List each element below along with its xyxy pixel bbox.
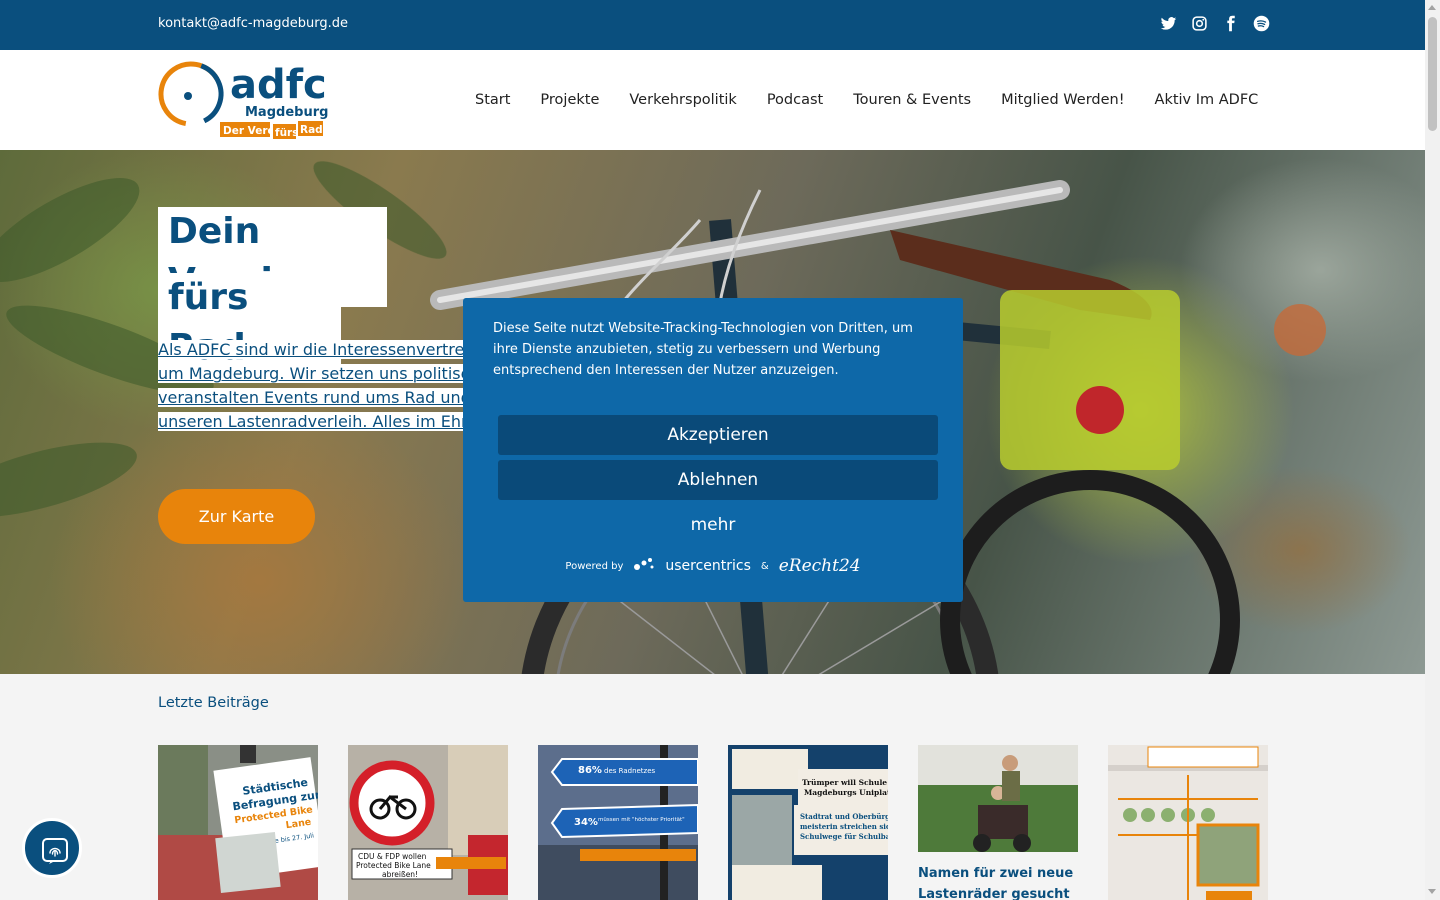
scroll-up-icon[interactable] <box>1428 5 1436 10</box>
accept-button[interactable]: Akzeptieren <box>498 415 938 455</box>
cookie-consent-dialog: Diese Seite nutzt Website-Tracking-Techn… <box>463 298 963 602</box>
svg-text:des Radnetzes: des Radnetzes <box>604 767 656 775</box>
svg-text:CDU & FDP wollen: CDU & FDP wollen <box>358 852 427 861</box>
svg-text:Stadtrat und Oberbürger-: Stadtrat und Oberbürger- <box>800 812 888 821</box>
svg-text:adfc: adfc <box>230 62 327 108</box>
adfc-logo[interactable]: adfc Magdeburg Der Verein fürs Rad! <box>158 60 338 140</box>
spotify-icon[interactable] <box>1253 15 1270 32</box>
post-thumbnail: 86% des Radnetzes 34% müssen mit "höchst… <box>538 745 698 900</box>
nav-aktiv-im-adfc[interactable]: Aktiv Im ADFC <box>1140 92 1274 108</box>
scrollbar-thumb[interactable] <box>1428 17 1437 131</box>
intro-line: veranstalten Events rund ums Rad und <box>158 388 471 407</box>
svg-text:34%: 34% <box>574 817 598 828</box>
social-links <box>1160 15 1270 32</box>
svg-text:Magdeburg: Magdeburg <box>245 105 328 120</box>
svg-text:meisterin streichen sichere: meisterin streichen sichere <box>800 822 888 831</box>
instagram-icon[interactable] <box>1191 15 1208 32</box>
post-thumbnail: Trümper will Schule au Magdeburgs Unipla… <box>728 745 888 900</box>
usercentrics-link[interactable]: usercentrics <box>665 558 751 574</box>
ampersand: & <box>760 560 769 572</box>
erecht24-link[interactable]: eRecht24 <box>779 556 861 576</box>
post-title[interactable]: Namen für zwei neue Lastenräder gesucht <box>918 863 1078 900</box>
contact-email-link[interactable]: kontakt@adfc-magdeburg.de <box>158 16 348 31</box>
post-thumbnail <box>918 745 1078 852</box>
page-scrollbar[interactable] <box>1425 0 1440 900</box>
svg-text:Magdeburgs Uniplatz: Magdeburgs Uniplatz <box>804 788 888 797</box>
svg-text:Rad!: Rad! <box>300 124 327 136</box>
hero-intro-text: Als ADFC sind wir die Interessenvertretu… <box>158 338 488 432</box>
latest-posts-title: Letzte Beiträge <box>158 695 269 711</box>
post-card[interactable]: Namen für zwei neue Lastenräder gesucht <box>918 745 1078 900</box>
nav-projekte[interactable]: Projekte <box>525 92 614 108</box>
nav-verkehrspolitik[interactable]: Verkehrspolitik <box>614 92 751 108</box>
post-card[interactable] <box>1108 745 1268 900</box>
facebook-icon[interactable] <box>1222 15 1239 32</box>
post-thumbnail: CDU & FDP wollen Protected Bike Lane abr… <box>348 745 508 900</box>
consent-powered-by: Powered by usercentrics & eRecht24 <box>463 556 963 576</box>
zur-karte-button[interactable]: Zur Karte <box>158 489 315 544</box>
nav-podcast[interactable]: Podcast <box>752 92 838 108</box>
post-card[interactable]: Städtische Befragung zur Protected Bike … <box>158 745 318 900</box>
post-thumbnail <box>1108 745 1268 900</box>
privacy-settings-button[interactable] <box>22 818 82 878</box>
intro-line: Als ADFC sind wir die Interessenvertretu <box>158 340 481 359</box>
svg-text:fürs: fürs <box>275 127 298 139</box>
svg-text:86%: 86% <box>578 765 602 776</box>
consent-message: Diese Seite nutzt Website-Tracking-Techn… <box>493 321 913 378</box>
fingerprint-icon <box>42 838 68 864</box>
svg-text:Schulwege für Schulbau: Schulwege für Schulbau <box>800 832 888 841</box>
nav-mitglied-werden[interactable]: Mitglied Werden! <box>986 92 1139 108</box>
svg-text:abreißen!: abreißen! <box>382 870 418 879</box>
powered-by-label: Powered by <box>565 560 624 572</box>
more-link[interactable]: mehr <box>463 515 963 535</box>
intro-line: um Magdeburg. Wir setzen uns politisc <box>158 364 470 383</box>
nav-touren-events[interactable]: Touren & Events <box>838 92 986 108</box>
top-bar: kontakt@adfc-magdeburg.de <box>0 0 1425 50</box>
post-thumbnail: Städtische Befragung zur Protected Bike … <box>158 745 318 900</box>
intro-line: unseren Lastenradverleih. Alles im Ehre <box>158 412 478 431</box>
post-card[interactable]: 86% des Radnetzes 34% müssen mit "höchst… <box>538 745 698 900</box>
scroll-down-icon[interactable] <box>1428 889 1436 894</box>
main-nav: Start Projekte Verkehrspolitik Podcast T… <box>460 50 1273 150</box>
post-card[interactable]: CDU & FDP wollen Protected Bike Lane abr… <box>348 745 508 900</box>
decline-button[interactable]: Ablehnen <box>498 460 938 500</box>
usercentrics-logo-icon <box>633 556 655 576</box>
svg-text:Protected Bike Lane: Protected Bike Lane <box>356 861 431 870</box>
twitter-icon[interactable] <box>1160 15 1177 32</box>
site-header: adfc Magdeburg Der Verein fürs Rad! Star… <box>0 50 1425 150</box>
svg-text:müssen mit "höchster Priorität: müssen mit "höchster Priorität" <box>598 817 685 823</box>
svg-text:Trümper will Schule au: Trümper will Schule au <box>802 778 888 787</box>
post-card[interactable]: Trümper will Schule au Magdeburgs Unipla… <box>728 745 888 900</box>
nav-start[interactable]: Start <box>460 92 525 108</box>
